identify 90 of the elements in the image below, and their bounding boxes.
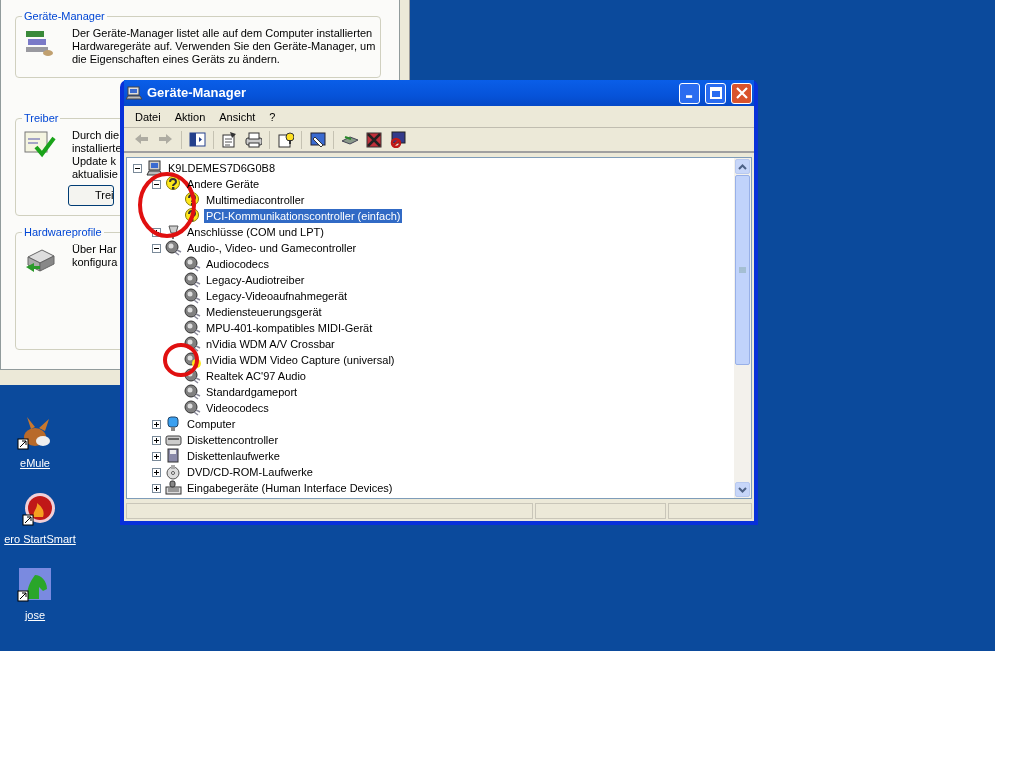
remove-icon <box>365 131 382 148</box>
expand-icon[interactable] <box>152 435 161 445</box>
caret-up-icon <box>738 163 747 170</box>
minimize-icon <box>686 95 693 99</box>
caret-down-icon <box>738 486 747 493</box>
description-text: aktualisie <box>72 168 118 181</box>
shortcut-label[interactable]: ero StartSmart <box>4 531 76 548</box>
close-button[interactable] <box>731 82 752 104</box>
description-text: die Eigenschaften eines Geräts zu ändern. <box>72 53 280 66</box>
tree-item[interactable]: MPU-401-kompatibles MIDI-Gerät <box>204 321 375 335</box>
tree-item[interactable]: nVidia WDM Video Capture (universal) <box>204 353 397 367</box>
description-text: Hardwaregeräte auf. Verwenden Sie den Geräte-Manager, um <box>72 40 376 53</box>
tree-item[interactable]: Videocodecs <box>204 401 271 415</box>
description-text: Update k <box>72 155 117 168</box>
shortcut-label[interactable]: eMule <box>20 455 50 472</box>
expand-icon[interactable] <box>152 419 161 429</box>
speaker-icon <box>184 272 201 288</box>
help-icon <box>277 131 294 148</box>
document-icon <box>221 131 238 148</box>
tree-item[interactable]: DVD/CD-ROM-Laufwerke <box>185 465 315 479</box>
flame-icon[interactable] <box>22 491 58 527</box>
speaker-icon <box>184 288 201 304</box>
controller-icon <box>165 432 182 448</box>
menu-item[interactable]: Datei <box>128 107 168 126</box>
speaker-icon <box>184 400 201 416</box>
tree-item[interactable]: Diskettenlaufwerke <box>185 449 282 463</box>
horse-icon[interactable] <box>17 567 53 603</box>
menu-item[interactable]: ? <box>262 107 283 126</box>
expand-icon[interactable] <box>152 483 161 493</box>
speaker-icon <box>184 320 201 336</box>
expand-icon[interactable] <box>152 227 161 237</box>
donkey-icon[interactable] <box>17 415 53 451</box>
tree-item[interactable]: Diskettencontroller <box>185 433 281 447</box>
scrollbar[interactable] <box>734 158 751 498</box>
maximize-button[interactable] <box>705 82 726 104</box>
speaker-icon <box>184 368 201 384</box>
tree-item[interactable]: Audiocodecs <box>204 257 271 271</box>
tree-item[interactable]: Mediensteuerungsgerät <box>204 305 324 319</box>
description-text: Der Geräte-Manager listet alle auf dem Computer installierten <box>72 27 373 40</box>
description-text: konfigura <box>72 256 118 269</box>
speaker-icon <box>165 240 182 256</box>
printer-icon <box>245 131 262 148</box>
description-text: installierte <box>72 142 122 155</box>
description-text: Durch die <box>72 129 120 142</box>
tree-item[interactable]: Standardgameport <box>204 385 300 399</box>
tree-item[interactable]: nVidia WDM A/V Crossbar <box>204 337 337 351</box>
driver-button[interactable]: Trei <box>68 185 114 206</box>
tree-item[interactable]: PCI-Kommunikationscontroller (einfach) <box>204 209 403 223</box>
floppy-drive-icon <box>165 448 182 464</box>
description-text: Über Har <box>72 243 117 256</box>
computer-icon <box>146 160 163 176</box>
monitor-icon <box>165 416 182 432</box>
computer-icon <box>126 85 142 101</box>
tree-item[interactable]: Andere Geräte <box>185 177 262 191</box>
plug-icon <box>165 224 182 240</box>
tree-item[interactable]: Audio-, Video- und Gamecontroller <box>185 241 359 255</box>
tree-item[interactable]: Realtek AC'97 Audio <box>204 369 308 383</box>
tree-item[interactable]: Legacy-Audiotreiber <box>204 273 307 287</box>
scroll-up-button[interactable] <box>735 159 750 174</box>
menu-item[interactable]: Aktion <box>167 107 213 126</box>
panel-toggle-icon <box>189 131 206 148</box>
speaker-icon <box>184 256 201 272</box>
window-title: Geräte-Manager <box>147 84 247 103</box>
tree-item[interactable]: K9LDEMES7D6G0B8 <box>166 161 277 175</box>
tree-item[interactable]: Multimediacontroller <box>204 193 307 207</box>
tree-item[interactable]: Anschlüsse (COM und LPT) <box>185 225 326 239</box>
group-title: Geräte-Manager <box>22 9 107 23</box>
collapse-icon[interactable] <box>152 243 161 253</box>
scroll-down-button[interactable] <box>735 482 750 497</box>
disabled-device-icon <box>389 131 406 148</box>
keyboard-icon <box>165 480 182 496</box>
tree-item[interactable]: Eingabegeräte (Human Interface Devices) <box>185 481 395 495</box>
menu-item[interactable]: Ansicht <box>212 107 263 126</box>
tree-item[interactable]: Legacy-Videoaufnahmegerät <box>204 289 350 303</box>
tree-item[interactable]: Computer <box>185 417 238 431</box>
minimize-button[interactable] <box>679 82 700 104</box>
scrollbar-thumb[interactable] <box>735 175 750 365</box>
disc-drive-icon <box>165 464 182 480</box>
expand-icon[interactable] <box>152 467 161 477</box>
speaker-icon <box>184 336 201 352</box>
maximize-icon <box>708 86 723 100</box>
speaker-icon <box>184 384 201 400</box>
group-title: Treiber <box>22 111 61 125</box>
group-title: Hardwareprofile <box>22 225 104 239</box>
shortcut-label[interactable]: jose <box>24 607 46 624</box>
expand-icon[interactable] <box>152 451 161 461</box>
collapse-icon[interactable] <box>152 179 161 189</box>
close-icon <box>734 86 749 100</box>
collapse-icon[interactable] <box>133 163 142 173</box>
speaker-icon <box>184 304 201 320</box>
